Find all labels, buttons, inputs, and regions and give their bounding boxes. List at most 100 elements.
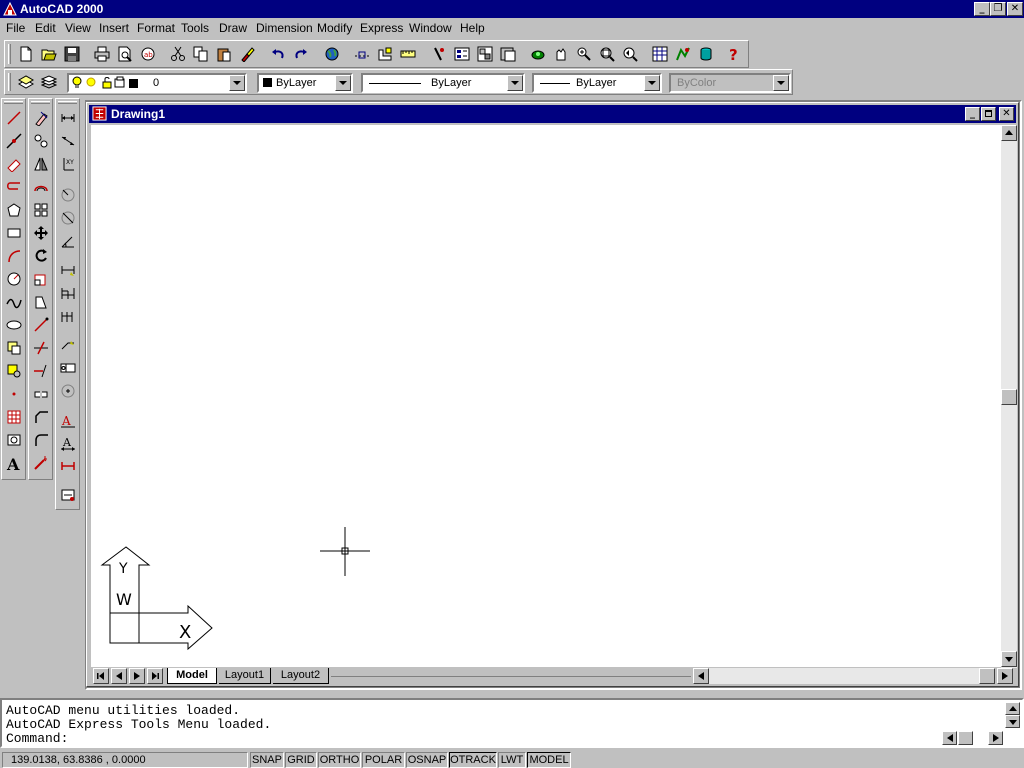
lengthen-icon[interactable] [30, 314, 52, 336]
toggle-polar[interactable]: POLAR [362, 752, 405, 768]
cmd-scroll-down-button[interactable] [1005, 715, 1020, 728]
polygon-icon[interactable] [3, 199, 25, 221]
layer-dropdown[interactable]: 0 [67, 73, 247, 93]
scale-icon[interactable] [30, 268, 52, 290]
dimension-text-edit-icon[interactable]: A [57, 432, 79, 454]
chevron-down-icon[interactable] [644, 75, 660, 91]
toolbar-grip[interactable] [58, 101, 77, 104]
paste-icon[interactable] [213, 43, 235, 65]
quick-dimension-icon[interactable] [57, 259, 79, 281]
quick-leader-icon[interactable] [57, 334, 79, 356]
tab-next-button[interactable] [129, 668, 145, 684]
menu-format[interactable]: Format [137, 21, 175, 35]
scroll-up-button[interactable] [1001, 125, 1017, 141]
circle-icon[interactable] [3, 268, 25, 290]
drawing-canvas[interactable]: Y W X [91, 125, 1001, 667]
toolbar-grip[interactable] [8, 73, 11, 91]
close-button[interactable]: ✕ [1007, 2, 1023, 16]
hscroll-right-button[interactable] [997, 668, 1013, 684]
array-icon[interactable] [30, 199, 52, 221]
menu-insert[interactable]: Insert [99, 21, 129, 35]
toggle-lwt[interactable]: LWT [498, 752, 526, 768]
rectangle-icon[interactable] [3, 222, 25, 244]
tolerance-icon[interactable] [57, 357, 79, 379]
layers-icon[interactable] [38, 71, 60, 93]
tab-last-button[interactable] [147, 668, 163, 684]
spline-icon[interactable] [3, 291, 25, 313]
toggle-otrack[interactable]: OTRACK [449, 752, 497, 768]
match-properties-icon[interactable] [236, 43, 258, 65]
hscroll-thumb[interactable] [979, 668, 995, 684]
drawing-title-bar[interactable]: Drawing1 _ ✕ [89, 105, 1016, 123]
cmd-hscroll-thumb[interactable] [958, 731, 973, 745]
tab-first-button[interactable] [93, 668, 109, 684]
restore-button[interactable]: ❐ [990, 2, 1006, 16]
offset-icon[interactable] [30, 176, 52, 198]
ucs-icon[interactable] [374, 43, 396, 65]
drawing-close-button[interactable]: ✕ [999, 107, 1014, 121]
cmd-scroll-up-button[interactable] [1005, 702, 1020, 715]
break-icon[interactable] [30, 383, 52, 405]
toggle-osnap[interactable]: OSNAP [406, 752, 448, 768]
copy-object-icon[interactable] [30, 130, 52, 152]
center-mark-icon[interactable] [57, 380, 79, 402]
toolbar-grip[interactable] [31, 101, 50, 104]
menu-view[interactable]: View [65, 21, 91, 35]
tab-prev-button[interactable] [111, 668, 127, 684]
trim-icon[interactable] [30, 337, 52, 359]
redo-icon[interactable] [290, 43, 312, 65]
multiline-icon[interactable] [3, 153, 25, 175]
plot-style-dropdown[interactable]: ByColor [669, 73, 791, 93]
mirror-icon[interactable] [30, 153, 52, 175]
baseline-dimension-icon[interactable] [57, 282, 79, 304]
menu-dimension[interactable]: Dimension [256, 21, 313, 35]
pan-icon[interactable] [527, 43, 549, 65]
cmd-hscroll-left-button[interactable] [942, 731, 957, 745]
ellipse-icon[interactable] [3, 314, 25, 336]
stretch-icon[interactable] [30, 291, 52, 313]
menu-file[interactable]: File [6, 21, 25, 35]
menu-window[interactable]: Window [409, 21, 452, 35]
coordinate-display[interactable]: 139.0138, 63.8386 , 0.0000 [2, 752, 248, 768]
named-views-icon[interactable] [649, 43, 671, 65]
rotate-icon[interactable] [30, 245, 52, 267]
copy-icon[interactable] [190, 43, 212, 65]
region-icon[interactable] [3, 429, 25, 451]
command-window[interactable]: AutoCAD menu utilities loaded. AutoCAD E… [0, 698, 1024, 748]
open-folder-icon[interactable] [38, 43, 60, 65]
multiline-text-icon[interactable]: A [3, 452, 25, 474]
web-browser-icon[interactable] [321, 43, 343, 65]
undo-icon[interactable] [267, 43, 289, 65]
arc-icon[interactable] [3, 245, 25, 267]
scroll-down-button[interactable] [1001, 651, 1017, 667]
app-title-bar[interactable]: AutoCAD 2000 _ ❐ ✕ [0, 0, 1024, 18]
menu-draw[interactable]: Draw [219, 21, 247, 35]
vertical-scroll-thumb[interactable] [1001, 389, 1017, 405]
make-block-icon[interactable] [3, 360, 25, 382]
command-prompt[interactable]: Command: [6, 731, 68, 746]
new-icon[interactable] [15, 43, 37, 65]
line-icon[interactable] [3, 107, 25, 129]
linear-dimension-icon[interactable] [57, 107, 79, 129]
menu-tools[interactable]: Tools [181, 21, 209, 35]
chevron-down-icon[interactable] [335, 75, 351, 91]
menu-modify[interactable]: Modify [317, 21, 352, 35]
construction-line-icon[interactable] [3, 130, 25, 152]
toolbar-grip[interactable] [4, 101, 23, 104]
menu-edit[interactable]: Edit [35, 21, 56, 35]
drawing-doc-icon[interactable] [92, 106, 107, 121]
linetype-dropdown[interactable]: ByLayer [361, 73, 525, 93]
object-snap-icon[interactable] [351, 43, 373, 65]
zoom-window-icon[interactable] [573, 43, 595, 65]
make-layer-current-icon[interactable] [15, 71, 37, 93]
radius-dimension-icon[interactable] [57, 184, 79, 206]
print-preview-icon[interactable] [114, 43, 136, 65]
toolbar-grip[interactable] [8, 44, 11, 64]
print-icon[interactable] [91, 43, 113, 65]
chevron-down-icon[interactable] [507, 75, 523, 91]
horizontal-scroll-track[interactable] [709, 668, 979, 684]
polyline-icon[interactable] [3, 176, 25, 198]
cmd-hscroll-right-button[interactable] [988, 731, 1003, 745]
erase-icon[interactable] [30, 107, 52, 129]
aligned-dimension-icon[interactable] [57, 130, 79, 152]
